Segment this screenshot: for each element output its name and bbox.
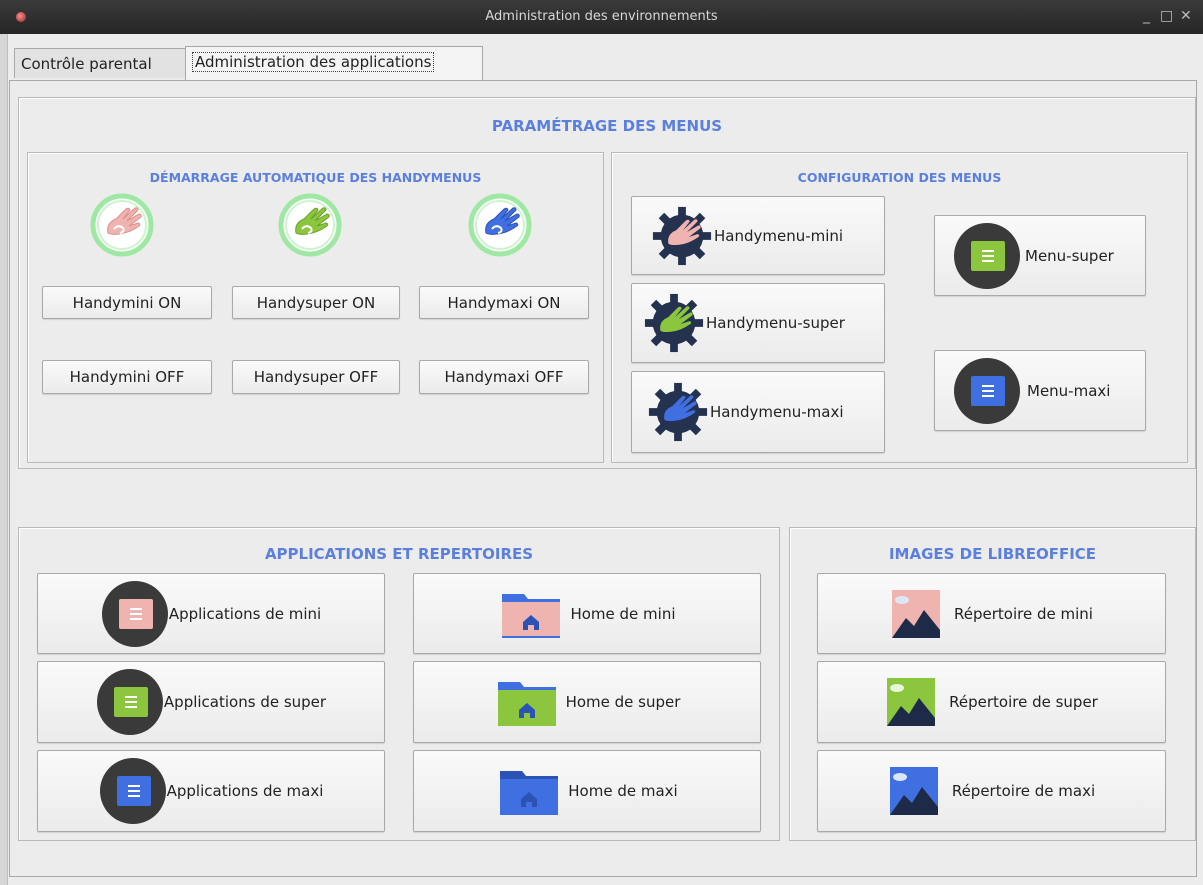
button-label: Répertoire de maxi	[951, 782, 1096, 800]
apps-maxi-button[interactable]: Applications de maxi	[37, 750, 385, 832]
menu-super-button[interactable]: Menu-super	[934, 215, 1146, 296]
handymenu-maxi-button[interactable]: Handymenu-maxi	[631, 371, 885, 453]
images-section-title: IMAGES DE LIBREOFFICE	[888, 545, 1097, 563]
folder-home-super-icon	[497, 682, 556, 726]
folder-home-mini-icon	[502, 593, 561, 638]
config-title: CONFIGURATION DES MENUS	[797, 170, 1002, 185]
button-label: Home de super	[565, 693, 681, 711]
home-maxi-button[interactable]: Home de maxi	[413, 750, 761, 832]
apps-super-icon	[96, 669, 163, 735]
repertoire-maxi-button[interactable]: Répertoire de maxi	[817, 750, 1166, 832]
hand-maxi-icon	[468, 193, 532, 257]
menu-super-icon	[954, 222, 1020, 289]
menu-maxi-button[interactable]: Menu-maxi	[934, 350, 1146, 431]
window-frame	[0, 34, 8, 885]
button-label: Menu-maxi	[1027, 381, 1111, 400]
gear-hand-mini-icon	[652, 206, 712, 265]
image-mini-icon	[892, 589, 941, 638]
tab-controle-parental[interactable]: Contrôle parental	[14, 48, 186, 78]
apps-mini-button[interactable]: Applications de mini	[37, 573, 385, 654]
button-label: Applications de mini	[168, 604, 322, 623]
menus-section-title: PARAMÉTRAGE DES MENUS	[491, 117, 723, 135]
handymaxi-on-button[interactable]: Handymaxi ON	[419, 286, 589, 319]
handysuper-off-button[interactable]: Handysuper OFF	[232, 360, 400, 394]
button-label: Applications de maxi	[166, 782, 324, 800]
button-label: Home de maxi	[568, 782, 678, 800]
gear-hand-maxi-icon	[648, 382, 708, 442]
close-icon[interactable]: ✕	[1180, 9, 1192, 23]
home-mini-button[interactable]: Home de mini	[413, 573, 761, 654]
tab-administration-applications[interactable]: Administration des applications	[185, 46, 483, 80]
window-titlebar: Administration des environnements _ □ ✕	[0, 0, 1203, 34]
button-label: Home de mini	[570, 604, 676, 623]
image-super-icon	[887, 678, 936, 726]
button-label: Handymenu-super	[706, 314, 845, 332]
handymini-on-button[interactable]: Handymini ON	[42, 286, 212, 319]
apps-super-button[interactable]: Applications de super	[37, 661, 385, 743]
tab-label: Administration des applications	[192, 52, 435, 72]
minimize-icon[interactable]: _	[1143, 9, 1150, 23]
button-label: Menu-super	[1025, 246, 1114, 265]
button-label: Handymaxi ON	[447, 293, 561, 312]
button-label: Répertoire de super	[949, 693, 1098, 711]
hand-mini-icon	[90, 193, 154, 257]
handymenu-mini-button[interactable]: Handymenu-mini	[631, 196, 885, 275]
button-label: Handymini OFF	[69, 368, 185, 386]
maximize-icon[interactable]: □	[1160, 9, 1173, 23]
button-label: Handymenu-maxi	[710, 403, 844, 421]
folder-home-maxi-icon	[500, 771, 559, 815]
apps-mini-icon	[101, 580, 168, 647]
gear-hand-super-icon	[644, 293, 704, 353]
window-title: Administration des environnements	[485, 9, 718, 24]
button-label: Handymenu-mini	[714, 226, 844, 245]
handysuper-on-button[interactable]: Handysuper ON	[232, 286, 400, 319]
autostart-title: DÉMARRAGE AUTOMATIQUE DES HANDYMENUS	[149, 170, 482, 185]
button-label: Répertoire de mini	[954, 604, 1093, 623]
handymini-off-button[interactable]: Handymini OFF	[42, 360, 212, 394]
apps-section-title: APPLICATIONS ET REPERTOIRES	[264, 545, 534, 563]
button-label: Handymaxi OFF	[444, 368, 564, 386]
repertoire-super-button[interactable]: Répertoire de super	[817, 661, 1166, 743]
apps-maxi-icon	[99, 758, 166, 824]
hand-super-icon	[278, 193, 342, 257]
handymenu-super-button[interactable]: Handymenu-super	[631, 283, 885, 363]
image-maxi-icon	[889, 767, 938, 815]
button-label: Handymini ON	[72, 293, 182, 312]
menu-maxi-icon	[954, 357, 1020, 424]
button-label: Handysuper OFF	[253, 368, 379, 386]
home-super-button[interactable]: Home de super	[413, 661, 761, 743]
button-label: Applications de super	[163, 693, 327, 711]
tab-label: Contrôle parental	[21, 55, 152, 73]
button-label: Handysuper ON	[256, 293, 376, 312]
repertoire-mini-button[interactable]: Répertoire de mini	[817, 573, 1166, 654]
handymaxi-off-button[interactable]: Handymaxi OFF	[419, 360, 589, 394]
